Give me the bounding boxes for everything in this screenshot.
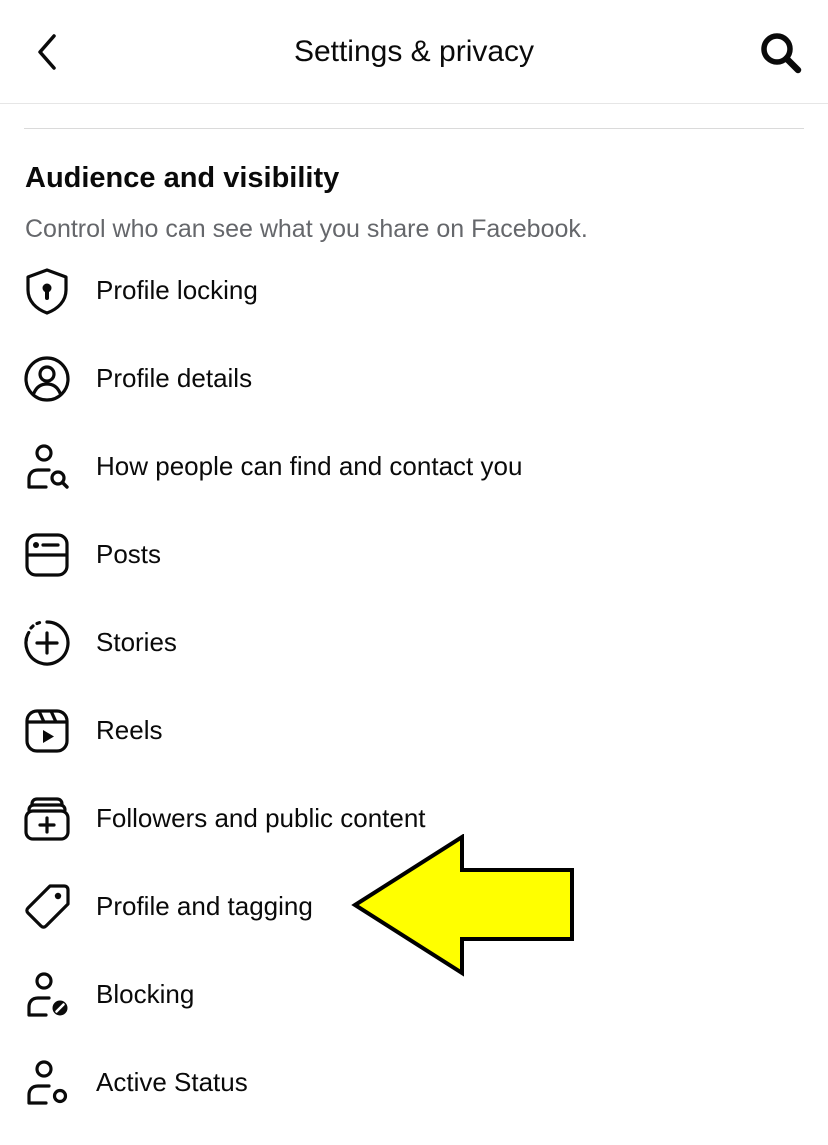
menu-item-find-and-contact[interactable]: How people can find and contact you	[0, 422, 828, 510]
menu-item-active-status[interactable]: Active Status	[0, 1038, 828, 1126]
menu-label: Blocking	[96, 979, 195, 1009]
menu-label: How people can find and contact you	[96, 451, 523, 481]
person-status-icon	[27, 1060, 68, 1105]
menu-label: Profile locking	[96, 275, 258, 305]
menu-label: Active Status	[96, 1067, 248, 1097]
menu-item-profile-locking[interactable]: Profile locking	[0, 246, 828, 334]
menu-item-reels[interactable]: Reels	[0, 686, 828, 774]
followers-stack-icon	[24, 797, 70, 841]
menu-label: Profile details	[96, 363, 253, 393]
section-heading: Audience and visibility	[25, 162, 340, 194]
menu-label: Reels	[96, 715, 163, 745]
menu-item-stories[interactable]: Stories	[0, 598, 828, 686]
section-description: Control who can see what you share on Fa…	[25, 215, 588, 243]
menu-label: Stories	[96, 627, 177, 657]
search-button[interactable]	[758, 30, 804, 76]
top-navigation-bar: Settings & privacy	[0, 0, 828, 104]
search-icon	[761, 33, 802, 74]
person-search-icon	[27, 444, 69, 489]
menu-label: Posts	[96, 539, 162, 569]
settings-menu: Profile locking Profile details How peop…	[0, 246, 828, 1126]
menu-item-profile-details[interactable]: Profile details	[0, 334, 828, 422]
menu-label: Profile and tagging	[96, 891, 313, 921]
profile-circle-icon	[24, 356, 70, 402]
section-divider	[24, 128, 804, 129]
posts-icon	[25, 533, 69, 577]
page-title: Settings & privacy	[293, 35, 535, 68]
tag-icon	[25, 884, 70, 929]
stories-plus-icon	[24, 620, 70, 666]
menu-label: Followers and public content	[96, 803, 426, 833]
menu-item-posts[interactable]: Posts	[0, 510, 828, 598]
yellow-arrow-icon	[351, 834, 574, 977]
person-block-icon	[27, 972, 68, 1017]
shield-lock-icon	[26, 268, 68, 315]
reels-icon	[25, 709, 69, 753]
